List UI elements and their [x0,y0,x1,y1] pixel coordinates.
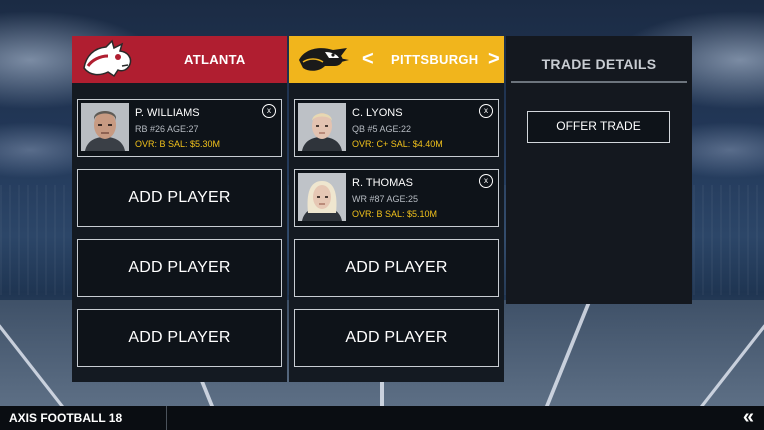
game-title: AXIS FOOTBALL 18 [9,411,123,425]
footer-divider [166,406,167,430]
atlanta-trade-column: ATLANTA P. WILLIAMS RB #26 AGE:27 OVR: B… [72,36,287,382]
player-card-p-williams[interactable]: P. WILLIAMS RB #26 AGE:27 OVR: B SAL: $5… [77,99,282,157]
trade-details-title: TRADE DETAILS [511,56,687,83]
add-player-button[interactable]: ADD PLAYER [294,309,499,367]
trade-details-panel: TRADE DETAILS OFFER TRADE [506,36,692,304]
eagle-mascot-icon [295,38,353,87]
add-player-button[interactable]: ADD PLAYER [77,309,282,367]
atlanta-header: ATLANTA [72,36,287,83]
pittsburgh-trade-column: < PITTSBURGH > C. LYONS QB #5 AGE:22 OVR… [289,36,504,382]
pittsburgh-team-name: PITTSBURGH [391,52,479,67]
player-portrait [298,103,346,151]
player-name: C. LYONS [352,107,403,119]
player-stats: OVR: B SAL: $5.30M [135,139,221,149]
player-info: WR #87 AGE:25 [352,194,419,204]
double-chevron-left-icon[interactable]: « [743,406,754,430]
remove-player-button[interactable]: x [479,104,493,118]
player-portrait [81,103,129,151]
player-card-c-lyons[interactable]: C. LYONS QB #5 AGE:22 OVR: C+ SAL: $4.40… [294,99,499,157]
add-player-button[interactable]: ADD PLAYER [77,239,282,297]
next-team-button[interactable]: > [488,36,500,83]
player-name: R. THOMAS [352,177,413,189]
player-portrait [298,173,346,221]
player-info: RB #26 AGE:27 [135,124,199,134]
horse-mascot-icon [78,38,138,87]
bottom-bar: AXIS FOOTBALL 18 « [0,406,764,430]
player-name: P. WILLIAMS [135,107,200,119]
add-player-button[interactable]: ADD PLAYER [294,239,499,297]
player-stats: OVR: C+ SAL: $4.40M [352,139,443,149]
player-card-r-thomas[interactable]: R. THOMAS WR #87 AGE:25 OVR: B SAL: $5.1… [294,169,499,227]
offer-trade-button[interactable]: OFFER TRADE [527,111,670,143]
atlanta-team-name: ATLANTA [184,52,246,67]
remove-player-button[interactable]: x [479,174,493,188]
player-stats: OVR: B SAL: $5.10M [352,209,438,219]
previous-team-button[interactable]: < [362,36,374,83]
remove-player-button[interactable]: x [262,104,276,118]
pittsburgh-header: < PITTSBURGH > [289,36,504,83]
add-player-button[interactable]: ADD PLAYER [77,169,282,227]
player-info: QB #5 AGE:22 [352,124,412,134]
